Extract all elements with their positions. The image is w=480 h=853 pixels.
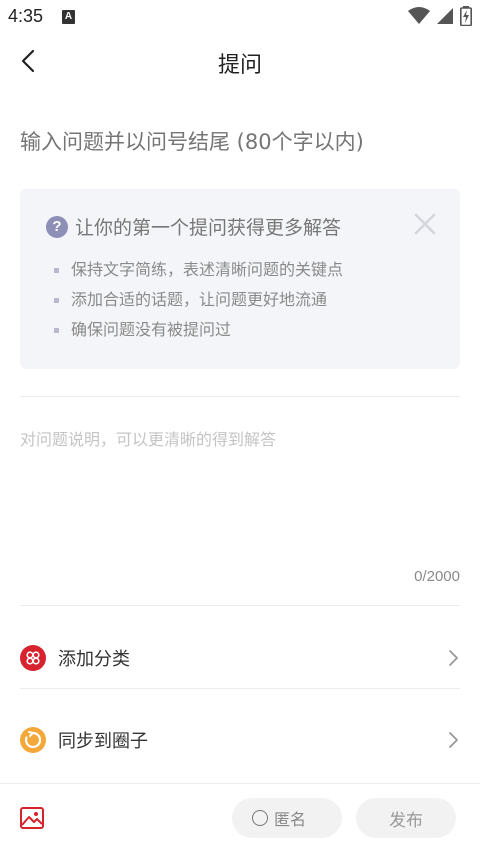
nav-bar: 提问 — [0, 34, 480, 90]
image-icon[interactable] — [19, 805, 45, 831]
tips-list-item: 确保问题没有被提问过 — [54, 319, 343, 349]
bullet-icon — [54, 268, 59, 273]
status-icons — [408, 6, 472, 26]
tips-title: 让你的第一个提问获得更多解答 — [75, 217, 342, 239]
tips-list-item: 保持文字简练，表述清晰问题的关键点 — [54, 259, 343, 289]
signal-icon — [437, 8, 453, 24]
category-grid-icon — [20, 645, 46, 671]
tips-card: ? 让你的第一个提问获得更多解答 保持文字简练，表述清晰问题的关键点 添加合适的… — [20, 189, 460, 369]
publish-button[interactable]: 发布 — [356, 798, 456, 838]
status-bar: 4:35 A — [0, 0, 480, 34]
circle-sync-icon — [20, 727, 46, 753]
tip-text: 保持文字简练，表述清晰问题的关键点 — [71, 260, 344, 279]
chevron-right-icon — [449, 650, 458, 666]
divider — [20, 688, 460, 689]
sync-circle-row[interactable]: 同步到圈子 — [20, 710, 460, 770]
add-category-label: 添加分类 — [58, 649, 130, 670]
bullet-icon — [54, 298, 59, 303]
description-input[interactable]: 对问题说明，可以更清晰的得到解答 — [20, 426, 460, 556]
publish-label: 发布 — [389, 810, 423, 831]
tips-header: ? 让你的第一个提问获得更多解答 — [46, 213, 341, 240]
status-time: 4:35 — [8, 6, 44, 26]
page-title: 提问 — [217, 53, 262, 78]
divider — [20, 396, 460, 397]
tip-text: 确保问题没有被提问过 — [71, 320, 232, 339]
wifi-icon — [408, 7, 430, 24]
radio-circle-icon — [252, 810, 268, 826]
close-icon[interactable] — [412, 211, 438, 237]
bottom-bar: 匿名 发布 — [0, 783, 480, 853]
notification-badge: A — [62, 10, 75, 24]
sync-circle-label: 同步到圈子 — [58, 731, 148, 752]
tips-list: 保持文字简练，表述清晰问题的关键点 添加合适的话题，让问题更好地流通 确保问题没… — [54, 259, 343, 349]
char-counter: 0/2000 — [414, 568, 460, 585]
add-category-row[interactable]: 添加分类 — [20, 628, 460, 688]
anonymous-toggle[interactable]: 匿名 — [232, 798, 342, 838]
anonymous-label: 匿名 — [274, 810, 307, 829]
battery-icon — [460, 6, 472, 26]
divider — [20, 605, 460, 606]
tip-text: 添加合适的话题，让问题更好地流通 — [71, 290, 328, 309]
question-input[interactable] — [20, 124, 460, 160]
chevron-right-icon — [449, 732, 458, 748]
bullet-icon — [54, 328, 59, 333]
question-mark-icon: ? — [46, 215, 68, 238]
tips-list-item: 添加合适的话题，让问题更好地流通 — [54, 289, 343, 319]
